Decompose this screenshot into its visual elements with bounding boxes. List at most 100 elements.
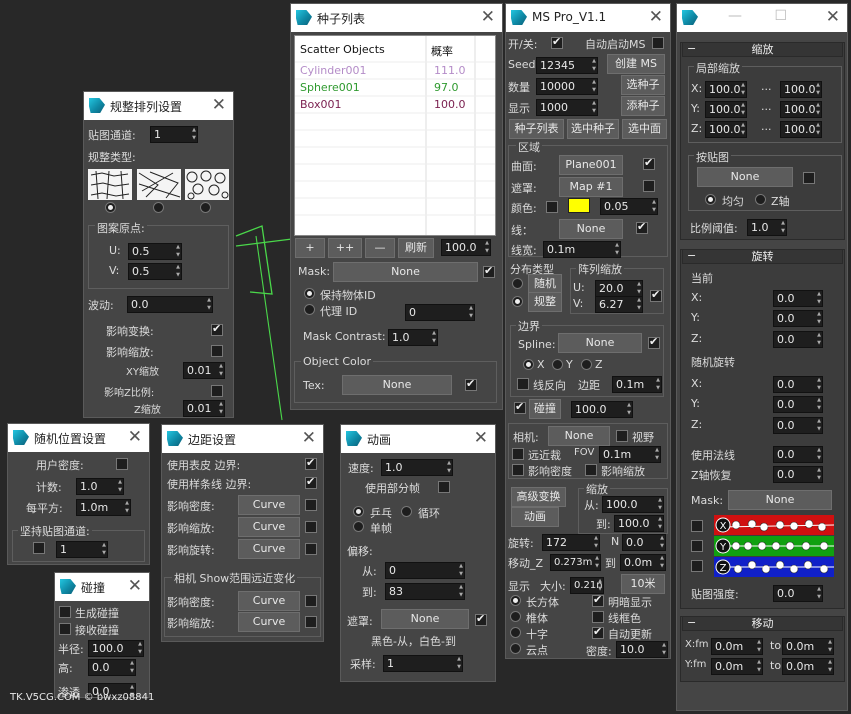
height-spinner[interactable]: 0.0 (88, 659, 136, 676)
size-spinner[interactable]: 0.21n (570, 577, 604, 594)
stick-map-spinner[interactable]: 1 (56, 541, 108, 558)
close-icon[interactable]: ✕ (474, 428, 488, 448)
seed-row-prob[interactable]: 111.0 (434, 64, 466, 77)
line-button[interactable]: None (559, 219, 623, 239)
affect-z-checkbox[interactable] (211, 385, 223, 397)
tex-checkbox[interactable] (465, 377, 477, 391)
rotate-spinner[interactable]: 172 (542, 534, 600, 551)
add-button[interactable]: + (295, 238, 325, 258)
mask-checkbox[interactable] (643, 180, 655, 192)
wire-checkbox[interactable] (592, 611, 604, 623)
ly-min-spinner[interactable]: 100.0 (705, 101, 747, 118)
mask-button[interactable]: None (381, 609, 469, 629)
mask-checkbox[interactable] (483, 264, 495, 278)
cy-spinner[interactable]: 0.0 (773, 310, 823, 327)
density-checkbox[interactable] (305, 499, 317, 511)
from-spinner[interactable]: 0 (385, 562, 465, 579)
title-bar[interactable]: 边距设置 ✕ (162, 425, 323, 453)
close-icon[interactable]: ✕ (649, 7, 663, 27)
move-to-spinner[interactable]: 0.0m (620, 554, 666, 571)
stick-map-checkbox[interactable] (33, 542, 45, 554)
sample-spinner[interactable]: 1 (383, 655, 463, 672)
size-button[interactable]: 10米 (621, 574, 665, 594)
rotate-rollout-header[interactable]: 旋转 (682, 249, 843, 264)
pick-seed-button[interactable]: 选种子 (621, 75, 665, 95)
collision-checkbox[interactable] (514, 400, 526, 414)
proxy-id-spinner[interactable]: 0 (405, 304, 475, 321)
maximize-icon[interactable]: ☐ (774, 8, 787, 24)
loop-radio[interactable] (401, 506, 412, 517)
line-reverse-checkbox[interactable] (517, 378, 529, 390)
title-bar[interactable]: MS Pro_V1.1 ✕ (506, 4, 670, 32)
camera-density-checkbox[interactable] (305, 595, 317, 607)
cloud-radio[interactable] (510, 643, 521, 654)
scale-to-spinner[interactable]: 100.0 (614, 515, 664, 532)
pattern-radio-1[interactable] (105, 202, 116, 213)
camera-button[interactable]: None (548, 426, 610, 446)
pattern-thumbnails[interactable] (88, 169, 230, 201)
z-restore-spinner[interactable]: 0.0 (773, 466, 823, 483)
proxy-id-radio[interactable] (304, 304, 315, 315)
use-normal-spinner[interactable]: 0.0 (773, 446, 823, 463)
wave-spinner[interactable]: 0.0 (127, 296, 213, 313)
title-bar[interactable]: 规整排列设置 ✕ (84, 92, 233, 120)
y-radio[interactable] (552, 359, 563, 370)
xfm-to-spinner[interactable]: 0.0m (782, 638, 834, 655)
ly-max-spinner[interactable]: 100.0 (780, 101, 822, 118)
per-square-spinner[interactable]: 1.0m (76, 499, 131, 516)
recv-collision-checkbox[interactable] (59, 623, 71, 635)
camera-scale-curve-button[interactable]: Curve (238, 612, 300, 632)
move-z-spinner[interactable]: 0.273m (550, 554, 601, 571)
rz-spinner[interactable]: 0.0 (773, 417, 823, 434)
adv-transform-button[interactable]: 高级变换 (511, 487, 566, 507)
title-bar[interactable]: 碰撞 ✕ (55, 573, 149, 601)
z-axis-radio[interactable] (755, 194, 766, 205)
seed-table[interactable]: Scatter Objects 概率 Cylinder001 111.0 Spher… (294, 35, 496, 236)
use-partial-checkbox[interactable] (438, 481, 450, 493)
seed-row-name[interactable]: Box001 (300, 98, 341, 111)
by-map-checkbox[interactable] (803, 172, 815, 184)
seed-list-button[interactable]: 种子列表 (509, 119, 564, 139)
z-radio[interactable] (581, 359, 592, 370)
camera-density-curve-button[interactable]: Curve (238, 591, 300, 611)
rgb-axis-graph[interactable]: X Y Z (714, 515, 834, 577)
xfm-from-spinner[interactable]: 0.0m (711, 638, 763, 655)
close-icon[interactable]: ✕ (128, 427, 142, 447)
close-icon[interactable]: ✕ (302, 428, 316, 448)
ratio-spinner[interactable]: 1.0 (747, 219, 787, 236)
cross-radio[interactable] (510, 627, 521, 638)
xy-scale-spinner[interactable]: 0.01 (183, 362, 225, 379)
rx-spinner[interactable]: 0.0 (773, 376, 823, 393)
add-multi-button[interactable]: ++ (328, 238, 362, 258)
affect-transform-checkbox[interactable] (211, 322, 223, 336)
lz-max-spinner[interactable]: 100.0 (780, 121, 822, 138)
ry-spinner[interactable]: 0.0 (773, 396, 823, 413)
title-bar[interactable]: 种子列表 ✕ (291, 4, 502, 32)
regular-button[interactable]: 规整 (528, 292, 562, 312)
onoff-checkbox[interactable] (551, 35, 563, 49)
z-scale-spinner[interactable]: 0.01 (183, 400, 225, 417)
surface-checkbox[interactable] (643, 156, 655, 170)
refresh-spinner[interactable]: 100.0 (441, 239, 491, 256)
pattern-radio-2[interactable] (153, 202, 164, 213)
n-spinner[interactable]: 0.0 (622, 534, 666, 551)
cone-radio[interactable] (510, 611, 521, 622)
line-checkbox[interactable] (636, 220, 648, 234)
random-button[interactable]: 随机 (528, 274, 562, 294)
count-spinner[interactable]: 10000 (536, 78, 598, 95)
array-scale-checkbox[interactable] (650, 288, 662, 302)
spline-button[interactable]: None (558, 333, 642, 353)
mask-contrast-spinner[interactable]: 1.0 (388, 329, 438, 346)
collision-button[interactable]: 碰撞 (529, 399, 561, 419)
regular-radio[interactable] (512, 296, 523, 307)
map-channel-spinner[interactable]: 1 (150, 126, 198, 143)
z-axis-checkbox[interactable] (691, 560, 703, 572)
view-checkbox[interactable] (616, 430, 628, 442)
random-radio[interactable] (512, 278, 523, 289)
radius-spinner[interactable]: 100.0 (88, 640, 144, 657)
add-seed-button[interactable]: 添种子 (621, 96, 665, 116)
anim-button[interactable]: 动画 (511, 507, 559, 527)
fov-spinner[interactable]: 0.1m (599, 446, 661, 463)
lx-min-spinner[interactable]: 100.0 (705, 81, 747, 98)
close-icon[interactable]: ✕ (212, 95, 226, 115)
